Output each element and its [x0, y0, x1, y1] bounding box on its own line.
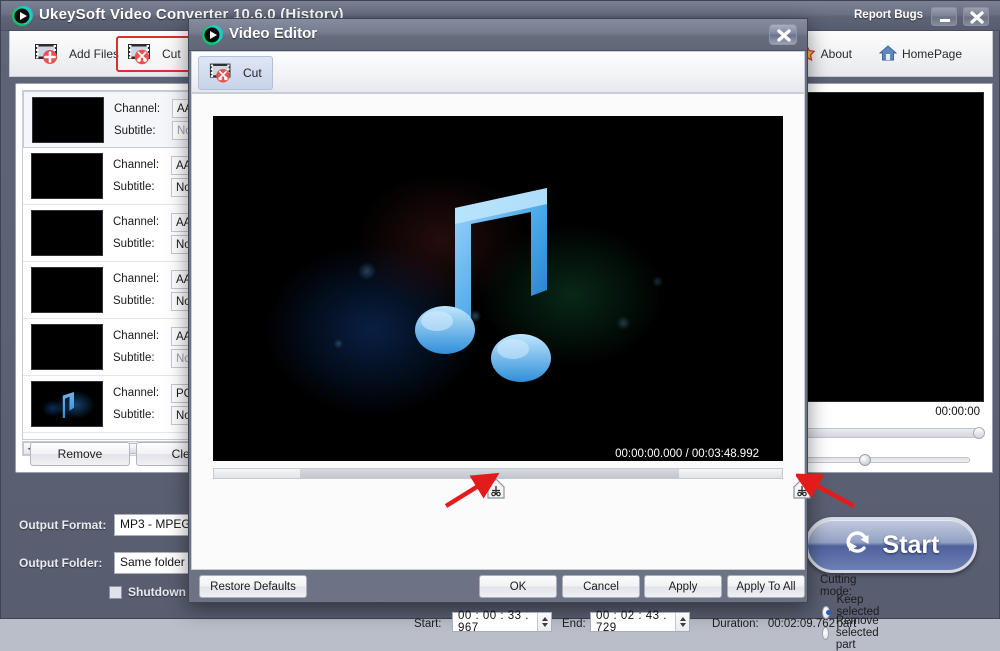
cutting-mode-remove-option[interactable]: Remove selected part [822, 615, 885, 651]
channel-label: Channel: [113, 216, 165, 228]
file-thumbnail [31, 324, 103, 370]
file-thumbnail [31, 381, 103, 427]
add-files-label: Add Files [69, 47, 119, 61]
preview-timestamp: 00:00:00 [935, 406, 980, 418]
trim-selected-range[interactable] [300, 469, 679, 478]
cancel-button[interactable]: Cancel [562, 575, 640, 598]
film-plus-icon [34, 41, 64, 68]
stepper-arrows-icon[interactable] [675, 613, 689, 631]
volume-knob[interactable] [859, 454, 871, 466]
apply-button[interactable]: Apply [644, 575, 722, 598]
start-label: Start [883, 531, 940, 560]
seek-knob[interactable] [973, 427, 985, 439]
cutting-mode-remove-label: Remove selected part [836, 615, 885, 651]
shutdown-checkbox[interactable] [109, 586, 122, 599]
homepage-button[interactable]: HomePage [869, 36, 972, 72]
remove-button[interactable]: Remove [30, 442, 130, 466]
dialog-toolbar: Cut [191, 51, 805, 93]
dialog-cut-tab[interactable]: Cut [198, 56, 273, 90]
report-bugs-link[interactable]: Report Bugs [854, 9, 923, 21]
duration-label: Duration: [712, 618, 759, 630]
apply-to-all-button[interactable]: Apply To All [727, 575, 805, 598]
film-scissors-icon [209, 60, 237, 87]
trim-end-handle[interactable] [793, 478, 811, 500]
dialog-title: Video Editor [229, 25, 317, 42]
file-thumbnail [31, 210, 103, 256]
dialog-logo-icon [201, 24, 223, 46]
dialog-cut-label: Cut [243, 66, 262, 80]
video-editor-dialog: Video Editor Cut [188, 18, 808, 603]
channel-label: Channel: [113, 387, 165, 399]
end-time-label: End: [562, 618, 586, 630]
duration-readout: Duration: 00:02:09.762 [712, 618, 835, 630]
dialog-body: 00:00:00.000 / 00:03:48.992 [191, 93, 805, 570]
subtitle-label: Subtitle: [113, 295, 165, 307]
end-time-stepper[interactable]: 00 : 02 : 43 . 729 [590, 612, 690, 632]
ok-button[interactable]: OK [479, 575, 557, 598]
music-note-artwork-icon [409, 178, 579, 393]
shutdown-row: Shutdown [109, 585, 186, 599]
stepper-arrows-icon[interactable] [537, 613, 551, 631]
video-time-display: 00:00:00.000 / 00:03:48.992 [615, 448, 759, 460]
cut-button[interactable]: Cut [116, 36, 192, 72]
shutdown-label: Shutdown [128, 585, 186, 599]
file-thumbnail [31, 153, 103, 199]
add-files-button[interactable]: Add Files [24, 36, 129, 72]
subtitle-label: Subtitle: [113, 181, 165, 193]
about-label: About [821, 47, 852, 61]
cut-label: Cut [162, 47, 181, 61]
dialog-close-button[interactable] [769, 24, 797, 45]
subtitle-label: Subtitle: [113, 238, 165, 250]
home-icon [879, 44, 897, 65]
radio-icon[interactable] [822, 627, 829, 640]
restore-defaults-button[interactable]: Restore Defaults [199, 575, 307, 598]
trim-start-handle[interactable] [487, 478, 505, 500]
output-folder-label: Output Folder: [19, 556, 102, 570]
minimize-button[interactable] [931, 7, 957, 26]
output-format-label: Output Format: [19, 518, 106, 532]
dialog-footer: Restore Defaults OK Cancel Apply Apply T… [191, 570, 805, 602]
start-time-stepper[interactable]: 00 : 00 : 33 . 967 [452, 612, 552, 632]
convert-refresh-icon [843, 528, 873, 563]
film-scissors-icon [127, 41, 157, 68]
channel-label: Channel: [113, 159, 165, 171]
subtitle-label: Subtitle: [114, 125, 166, 137]
file-thumbnail [31, 267, 103, 313]
channel-label: Channel: [113, 330, 165, 342]
subtitle-label: Subtitle: [113, 409, 165, 421]
dialog-titlebar: Video Editor [189, 19, 807, 51]
close-button[interactable] [963, 7, 989, 26]
file-thumbnail [32, 97, 104, 143]
channel-label: Channel: [114, 103, 166, 115]
start-button[interactable]: Start [805, 517, 977, 573]
video-preview-surface[interactable]: 00:00:00.000 / 00:03:48.992 [213, 116, 783, 461]
channel-label: Channel: [113, 273, 165, 285]
app-logo-icon [11, 5, 33, 27]
subtitle-label: Subtitle: [113, 352, 165, 364]
homepage-label: HomePage [902, 47, 962, 61]
start-time-label: Start: [414, 618, 441, 630]
